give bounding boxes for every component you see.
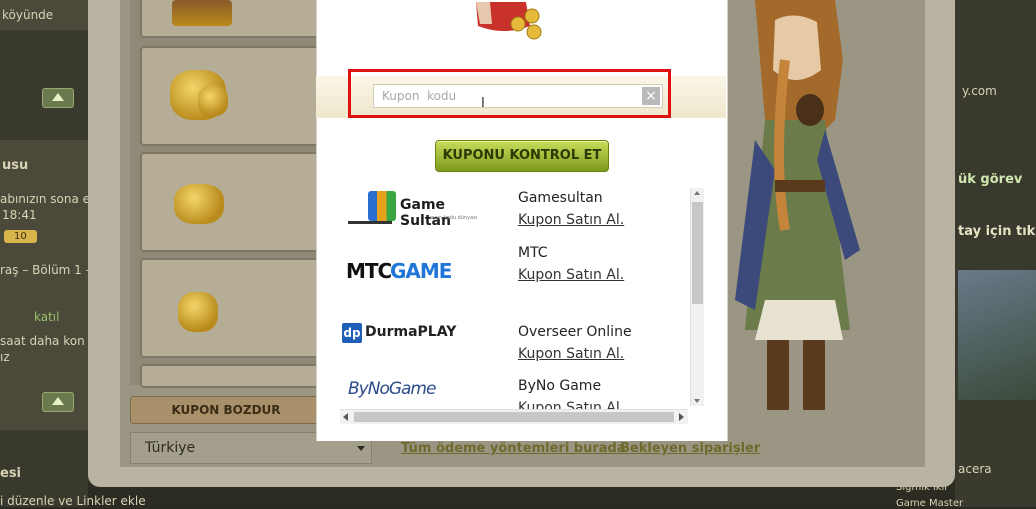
bg-text-title: usu xyxy=(2,158,29,173)
scrollbar-thumb[interactable] xyxy=(692,202,703,304)
bg-text-short: ız xyxy=(0,350,10,364)
buy-coupon-link[interactable]: Kupon Satın Al. xyxy=(518,346,624,362)
warrior-character-illustration xyxy=(735,0,860,410)
right-background-panel xyxy=(955,0,1036,507)
bg-text-quest: ük görev xyxy=(958,172,1023,187)
buy-coupon-link[interactable]: Kupon Satın Al. xyxy=(518,267,624,283)
provider-name: ByNo Game xyxy=(518,378,602,394)
bg-text-adventure: acera xyxy=(958,462,992,476)
scrollbar-thumb[interactable] xyxy=(354,412,674,422)
check-coupon-button[interactable]: KUPONU KONTROL ET xyxy=(435,140,609,172)
provider-list-vertical-scrollbar[interactable] xyxy=(690,188,704,406)
bg-text-chapter: raş – Bölüm 1 – xyxy=(0,263,92,277)
scroll-right-arrow-icon[interactable] xyxy=(679,413,684,421)
provider-row: MTC GAME MTC Kupon Satın Al. xyxy=(340,243,690,303)
provider-name: Gamesultan xyxy=(518,190,603,206)
bg-text-line: abınızın sona er xyxy=(0,192,95,206)
payment-methods-link[interactable]: Tüm ödeme yöntemleri burada xyxy=(401,441,626,456)
shop-item-gold-large[interactable] xyxy=(140,46,322,146)
bg-text-gm: Game Master xyxy=(896,498,964,509)
country-value: Türkiye xyxy=(145,440,196,456)
scroll-down-arrow-icon[interactable] xyxy=(694,399,700,403)
chevron-down-icon xyxy=(357,446,365,451)
provider-list: Game Sultan oyun kodu dünyası Gamesultan… xyxy=(340,185,705,425)
provider-name: Overseer Online xyxy=(518,324,632,340)
coupon-pouch-icon xyxy=(476,2,542,40)
left-background-panel xyxy=(0,0,88,507)
durmaplay-logo[interactable]: dp DurmaPLAY xyxy=(340,323,490,363)
provider-name: MTC xyxy=(518,245,548,261)
gamesultan-logo[interactable]: Game Sultan oyun kodu dünyası xyxy=(340,191,490,231)
shop-item-partial[interactable] xyxy=(140,364,322,388)
mtcgame-logo[interactable]: MTC GAME xyxy=(340,259,490,299)
provider-list-horizontal-scrollbar[interactable] xyxy=(340,409,688,424)
shop-item-gold-medium[interactable] xyxy=(140,152,322,252)
provider-row: Game Sultan oyun kodu dünyası Gamesultan… xyxy=(340,185,690,245)
scroll-up-button-2[interactable] xyxy=(42,392,74,412)
bg-text-join-link[interactable]: katıl xyxy=(34,310,59,324)
coupon-redeem-tab[interactable]: KUPON BOZDUR xyxy=(130,396,322,424)
shop-item-treasure[interactable] xyxy=(140,0,322,38)
text-cursor-icon: I xyxy=(481,96,485,111)
provider-row: dp DurmaPLAY Overseer Online Kupon Satın… xyxy=(340,323,690,383)
shop-item-gold-small[interactable] xyxy=(140,258,322,358)
buy-coupon-link[interactable]: Kupon Satın Al. xyxy=(518,212,624,228)
bg-text-time: 18:41 xyxy=(2,208,37,222)
coupon-field-highlight-box xyxy=(348,69,671,118)
bg-text-section: esi xyxy=(0,466,22,481)
bg-text-edit-links: i düzenle ve Linkler ekle xyxy=(0,494,146,508)
scroll-up-button[interactable] xyxy=(42,88,74,108)
pending-orders-link[interactable]: Bekleyen siparişler xyxy=(620,441,760,456)
scroll-left-arrow-icon[interactable] xyxy=(343,413,348,421)
bg-character-portrait xyxy=(958,270,1036,400)
bg-text-domain: y.com xyxy=(962,84,997,98)
bg-text-village: köyünde xyxy=(2,8,54,22)
bg-text-hours: saat daha kon xyxy=(0,334,85,348)
bg-text-click[interactable]: tay için tıkla xyxy=(958,224,1036,239)
bg-coin-badge: 10 xyxy=(4,230,37,243)
scroll-up-arrow-icon[interactable] xyxy=(694,191,700,195)
